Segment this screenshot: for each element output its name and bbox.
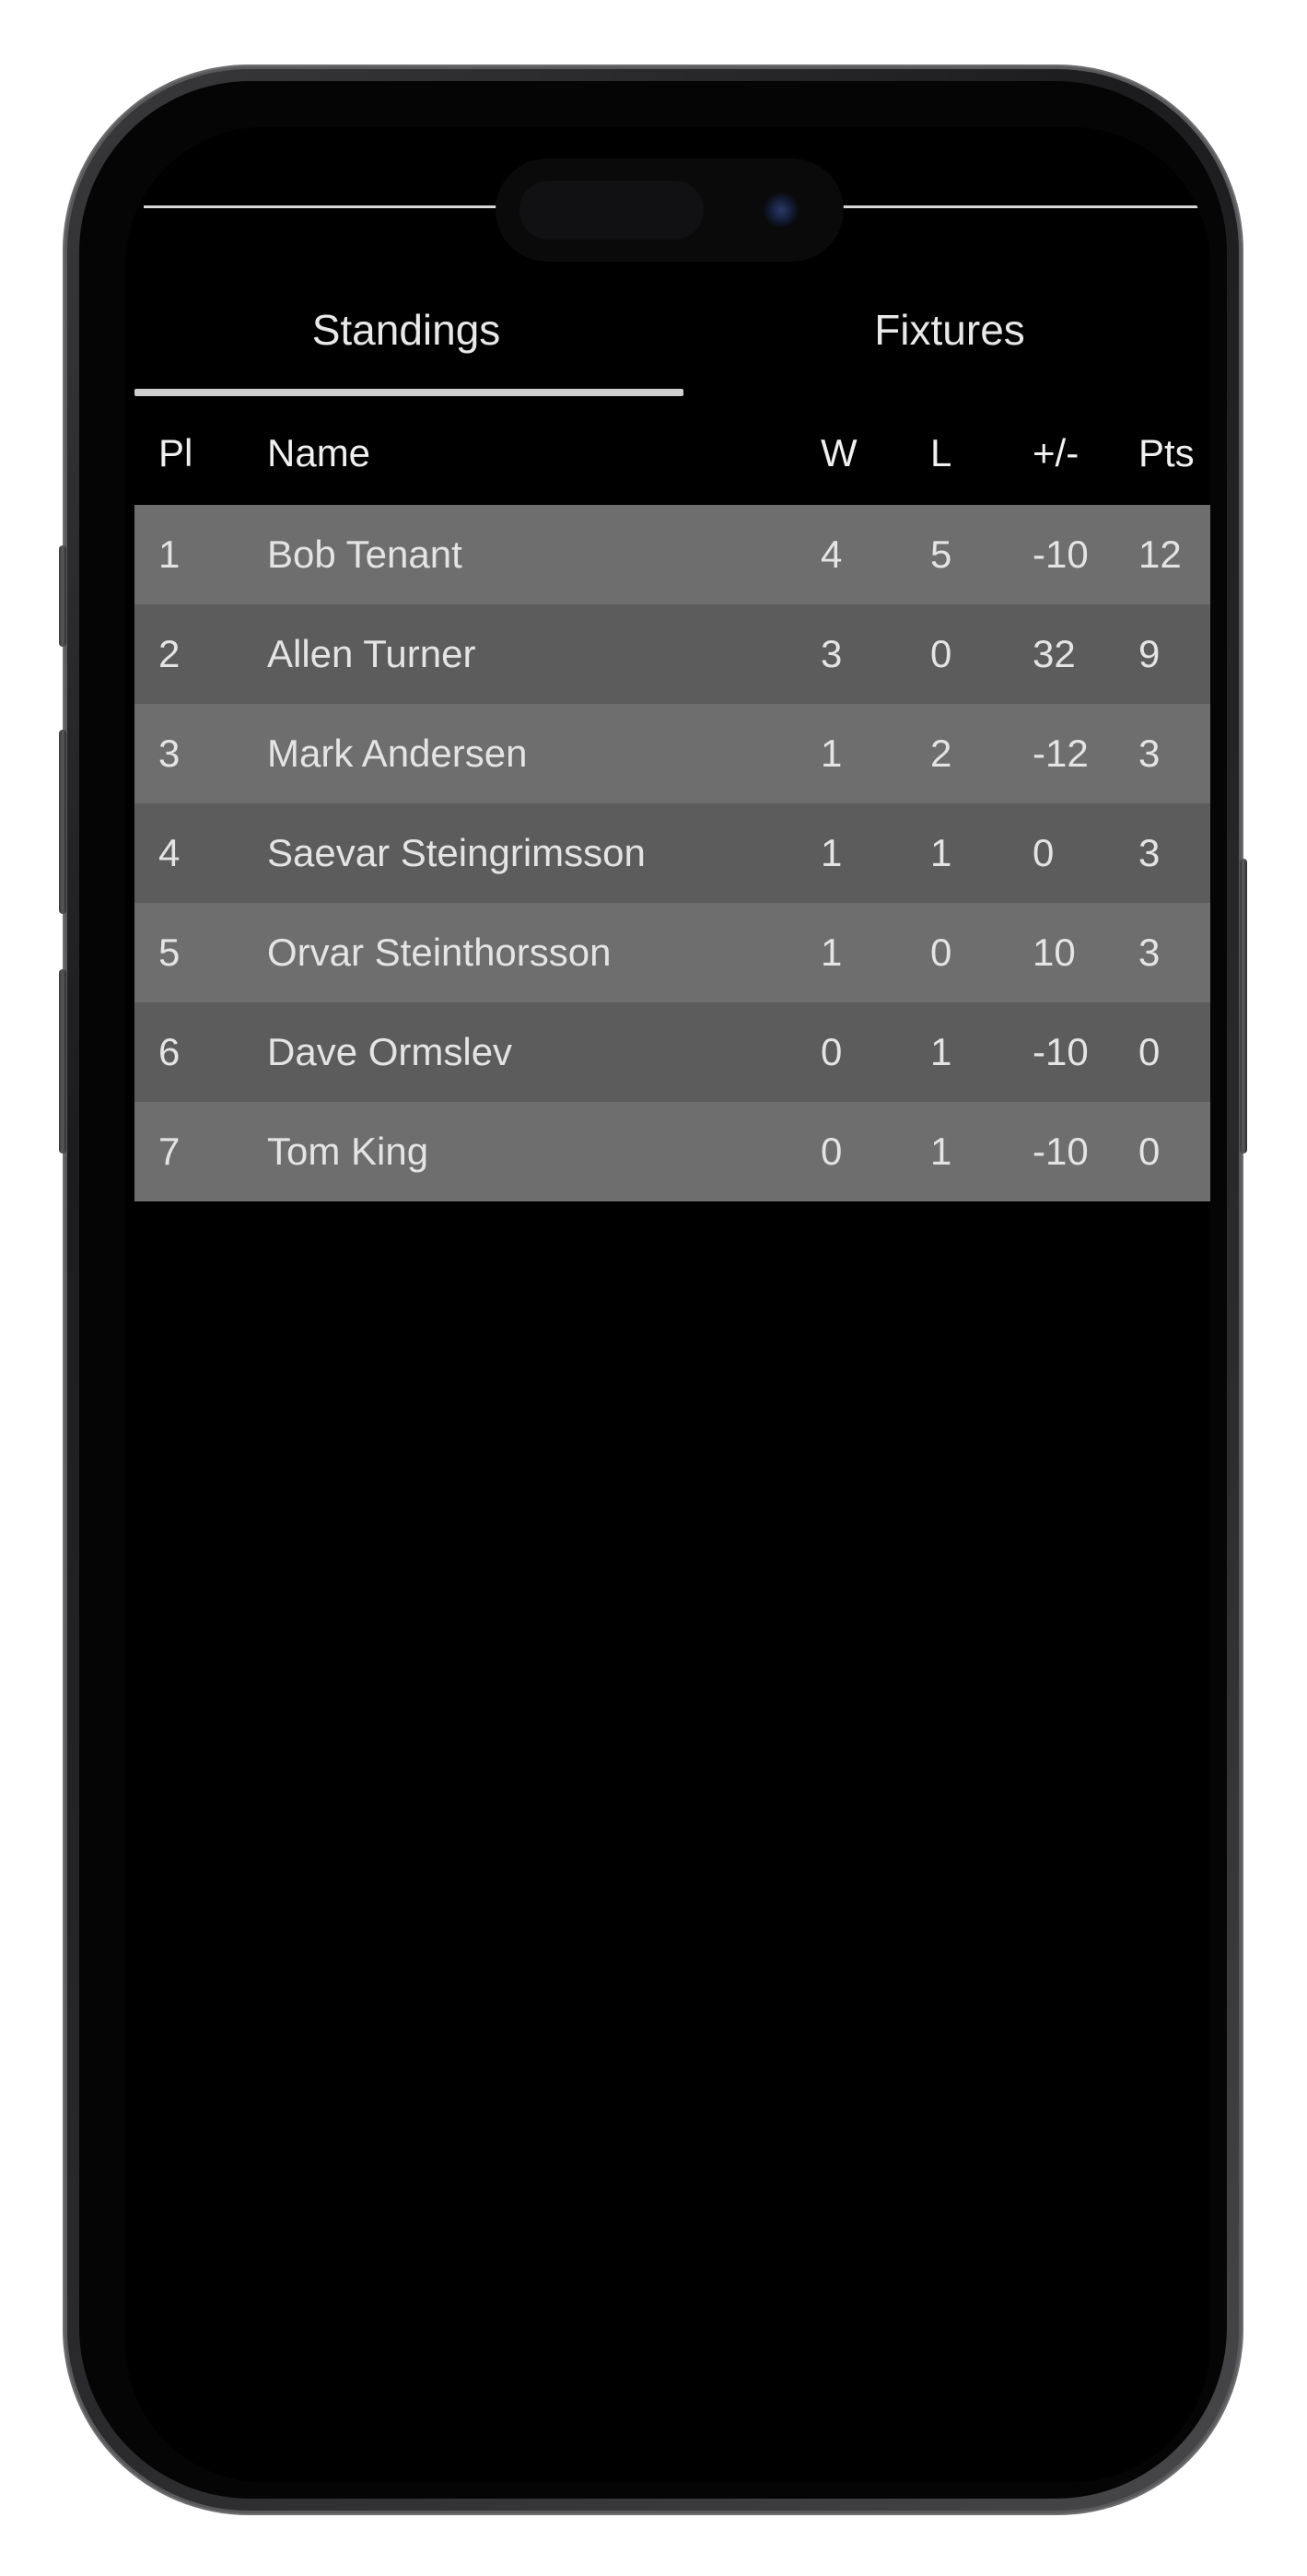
row-position: 1 xyxy=(158,533,181,576)
row-points: 0 xyxy=(1138,1030,1161,1073)
table-row[interactable]: 2 Allen Turner 3 0 32 9 xyxy=(134,604,1210,704)
header-wins: W xyxy=(821,431,858,474)
tab-fixtures-label: Fixtures xyxy=(874,306,1025,354)
row-wins: 1 xyxy=(821,831,843,874)
row-goal-difference: -10 xyxy=(1033,1130,1089,1173)
row-losses: 0 xyxy=(930,931,952,974)
power-button xyxy=(1240,859,1247,1153)
row-name: Mark Andersen xyxy=(267,732,528,775)
row-points: 3 xyxy=(1138,931,1161,974)
row-points: 3 xyxy=(1138,831,1161,874)
row-name: Allen Turner xyxy=(267,632,476,675)
row-losses: 5 xyxy=(930,533,952,576)
table-row[interactable]: 1 Bob Tenant 4 5 -10 12 xyxy=(134,505,1210,604)
row-wins: 1 xyxy=(821,732,843,775)
row-points: 3 xyxy=(1138,732,1161,775)
phone-frame: Standings Fixtures Pl Name W L +/- Pts 1 xyxy=(59,66,1247,2513)
row-points: 0 xyxy=(1138,1130,1161,1173)
row-losses: 1 xyxy=(930,1030,952,1073)
row-position: 3 xyxy=(158,732,181,775)
row-position: 6 xyxy=(158,1030,181,1073)
volume-up-button xyxy=(59,730,66,914)
row-losses: 1 xyxy=(930,831,952,874)
dynamic-island xyxy=(496,158,844,262)
screen: Standings Fixtures Pl Name W L +/- Pts 1 xyxy=(125,127,1210,2482)
table-row[interactable]: 6 Dave Ormslev 0 1 -10 0 xyxy=(134,1002,1210,1102)
tab-bar: Standings Fixtures xyxy=(134,265,1210,394)
volume-down-button xyxy=(59,969,66,1153)
row-wins: 0 xyxy=(821,1030,843,1073)
header-position: Pl xyxy=(158,431,193,474)
row-name: Saevar Steingrimsson xyxy=(267,831,646,874)
row-wins: 1 xyxy=(821,931,843,974)
row-goal-difference: -10 xyxy=(1033,533,1089,576)
front-camera xyxy=(763,192,799,228)
status-divider-left xyxy=(144,205,503,208)
row-goal-difference: -10 xyxy=(1033,1030,1089,1073)
table-row[interactable]: 5 Orvar Steinthorsson 1 0 10 3 xyxy=(134,903,1210,1002)
row-goal-difference: -12 xyxy=(1033,732,1089,775)
row-wins: 3 xyxy=(821,632,843,675)
header-goal-difference: +/- xyxy=(1033,431,1079,474)
tab-standings-label: Standings xyxy=(311,306,501,354)
table-header: Pl Name W L +/- Pts xyxy=(134,402,1210,505)
active-tab-indicator xyxy=(134,389,683,396)
row-name: Dave Ormslev xyxy=(267,1030,513,1073)
row-wins: 0 xyxy=(821,1130,843,1173)
header-name: Name xyxy=(267,431,371,474)
standings-table: Pl Name W L +/- Pts 1 Bob Tenant 4 5 -10… xyxy=(134,402,1210,1201)
row-wins: 4 xyxy=(821,533,843,576)
row-goal-difference: 32 xyxy=(1033,632,1076,675)
row-points: 12 xyxy=(1138,533,1182,576)
header-losses: L xyxy=(930,431,952,474)
action-button xyxy=(59,545,66,647)
island-sensor xyxy=(519,181,704,240)
table-row[interactable]: 4 Saevar Steingrimsson 1 1 0 3 xyxy=(134,803,1210,903)
row-position: 5 xyxy=(158,931,181,974)
row-name: Tom King xyxy=(267,1130,429,1173)
row-position: 4 xyxy=(158,831,181,874)
tab-fixtures[interactable]: Fixtures xyxy=(678,265,1210,394)
row-losses: 2 xyxy=(930,732,952,775)
phone-bezel: Standings Fixtures Pl Name W L +/- Pts 1 xyxy=(79,81,1227,2499)
row-points: 9 xyxy=(1138,632,1161,675)
table-row[interactable]: 7 Tom King 0 1 -10 0 xyxy=(134,1102,1210,1201)
row-position: 7 xyxy=(158,1130,181,1173)
row-goal-difference: 10 xyxy=(1033,931,1076,974)
tab-standings[interactable]: Standings xyxy=(134,265,678,394)
header-points: Pts xyxy=(1138,431,1195,474)
row-losses: 0 xyxy=(930,632,952,675)
status-divider-right xyxy=(834,205,1198,208)
row-position: 2 xyxy=(158,632,181,675)
row-goal-difference: 0 xyxy=(1033,831,1055,874)
row-name: Orvar Steinthorsson xyxy=(267,931,612,974)
row-name: Bob Tenant xyxy=(267,533,462,576)
table-row[interactable]: 3 Mark Andersen 1 2 -12 3 xyxy=(134,704,1210,803)
row-losses: 1 xyxy=(930,1130,952,1173)
